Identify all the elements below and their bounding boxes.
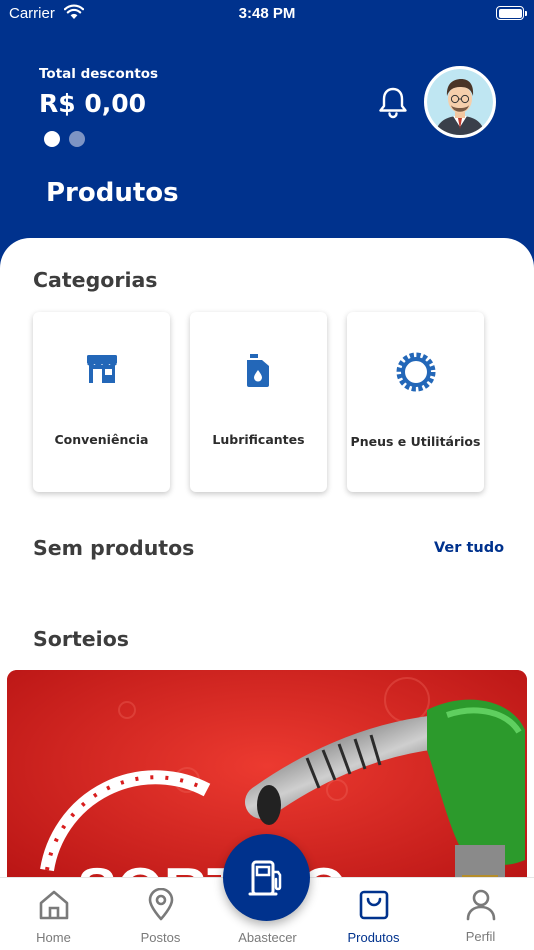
user-icon — [466, 889, 495, 921]
tab-products[interactable]: Produtos — [320, 878, 427, 950]
categories-title: Categorias — [33, 268, 158, 292]
carousel-dot[interactable] — [69, 131, 85, 147]
tab-label: Abastecer — [238, 930, 297, 945]
location-pin-icon — [148, 888, 173, 921]
page-title: Produtos — [46, 178, 179, 208]
tab-label: Perfil — [465, 929, 496, 944]
battery-icon — [496, 6, 527, 20]
tab-label: Postos — [140, 930, 181, 945]
refuel-button[interactable] — [223, 834, 310, 921]
status-bar: Carrier 3:48 PM — [0, 0, 534, 28]
products-title: Sem produtos — [33, 536, 195, 560]
carousel-dot[interactable] — [44, 131, 60, 147]
header: Carrier 3:48 PM Total descontos R$ 0,00 — [0, 0, 534, 270]
oil-can-icon — [246, 354, 269, 387]
tab-stations[interactable]: Postos — [107, 878, 214, 950]
category-card-convenience[interactable]: Conveniência — [33, 312, 170, 492]
avatar[interactable] — [424, 66, 496, 138]
fuel-pump-icon — [248, 860, 281, 895]
tab-profile[interactable]: Perfil — [427, 878, 534, 950]
total-discounts-value: R$ 0,00 — [39, 89, 147, 118]
category-label: Lubrificantes — [212, 432, 305, 447]
carousel-indicator[interactable] — [44, 131, 85, 147]
tab-home[interactable]: Home — [0, 878, 107, 950]
bell-icon[interactable] — [377, 85, 409, 119]
avatar-illustration-icon — [427, 69, 493, 135]
category-label: Conveniência — [54, 432, 149, 447]
store-icon — [86, 355, 117, 383]
total-discounts-label: Total descontos — [39, 66, 159, 82]
category-card-tires[interactable]: Pneus e Utilitários — [347, 312, 484, 492]
see-all-link[interactable]: Ver tudo — [434, 540, 504, 556]
gear-icon — [396, 352, 435, 392]
tab-label: Produtos — [347, 930, 400, 945]
shopping-bag-icon — [359, 890, 388, 920]
tab-label: Home — [36, 930, 71, 945]
category-card-lubricants[interactable]: Lubrificantes — [190, 312, 327, 492]
raffles-title: Sorteios — [33, 627, 129, 651]
clock: 3:48 PM — [238, 5, 296, 22]
home-icon — [39, 890, 68, 920]
category-label: Pneus e Utilitários — [350, 434, 481, 449]
